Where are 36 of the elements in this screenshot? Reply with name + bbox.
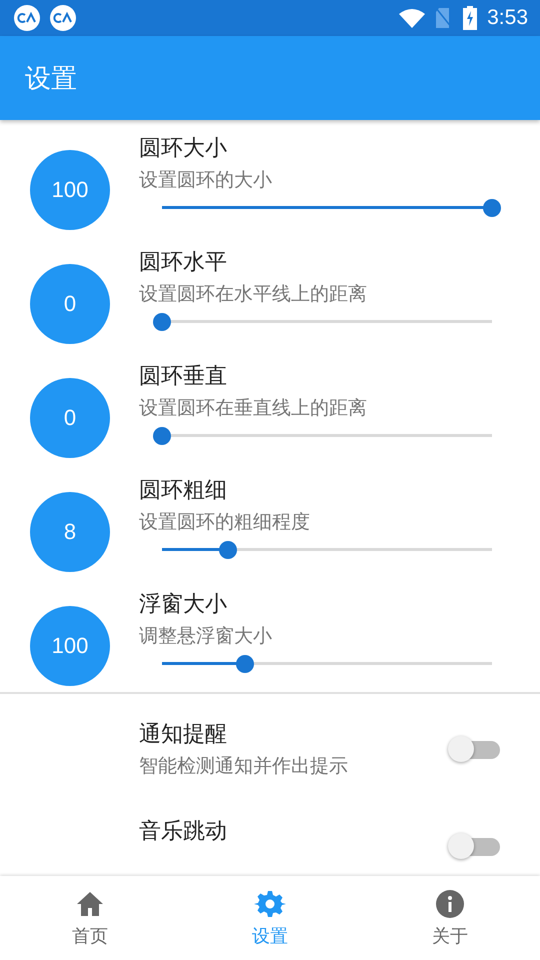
battery-charging-icon — [463, 6, 478, 30]
slider-thumb[interactable] — [219, 541, 237, 559]
clock-time: 3:53 — [487, 6, 528, 30]
slider-thumb[interactable] — [153, 427, 171, 445]
page-title: 设置 — [25, 62, 77, 96]
nav-tab[interactable]: 设置 — [180, 876, 360, 960]
wifi-icon — [399, 8, 426, 28]
setting-title: 圆环粗细 — [139, 477, 228, 505]
info-icon — [434, 888, 466, 920]
setting-description: 智能检测通知并作出提示 — [139, 754, 349, 779]
slider-thumb[interactable] — [236, 655, 254, 673]
value-circle: 100 — [30, 606, 110, 686]
toggle-switch[interactable] — [448, 833, 500, 859]
value-circle: 0 — [30, 264, 110, 344]
value-circle: 100 — [30, 150, 110, 230]
value-circle: 0 — [30, 378, 110, 458]
setting-description: 调整悬浮窗大小 — [139, 624, 273, 649]
setting-description: 设置圆环在垂直线上的距离 — [139, 396, 368, 421]
app-logo-icon — [14, 5, 40, 31]
toggle-switch[interactable] — [448, 736, 500, 762]
setting-title: 圆环垂直 — [139, 363, 228, 391]
setting-title: 圆环水平 — [139, 249, 228, 277]
settings-icon — [254, 888, 286, 920]
setting-title: 浮窗大小 — [139, 591, 228, 619]
slider-thumb[interactable] — [153, 313, 171, 331]
slider-thumb[interactable] — [483, 199, 501, 217]
setting-description: 设置圆环在水平线上的距离 — [139, 282, 368, 307]
nav-tab[interactable]: 首页 — [0, 876, 180, 960]
nav-tab[interactable]: 关于 — [360, 876, 540, 960]
setting-title: 通知提醒 — [139, 721, 228, 749]
setting-title: 圆环大小 — [139, 135, 228, 163]
app-logo-icon — [50, 5, 76, 31]
setting-description: 设置圆环的粗细程度 — [139, 510, 311, 535]
setting-title: 音乐跳动 — [139, 818, 228, 846]
value-circle: 8 — [30, 492, 110, 572]
setting-description: 设置圆环的大小 — [139, 168, 273, 193]
